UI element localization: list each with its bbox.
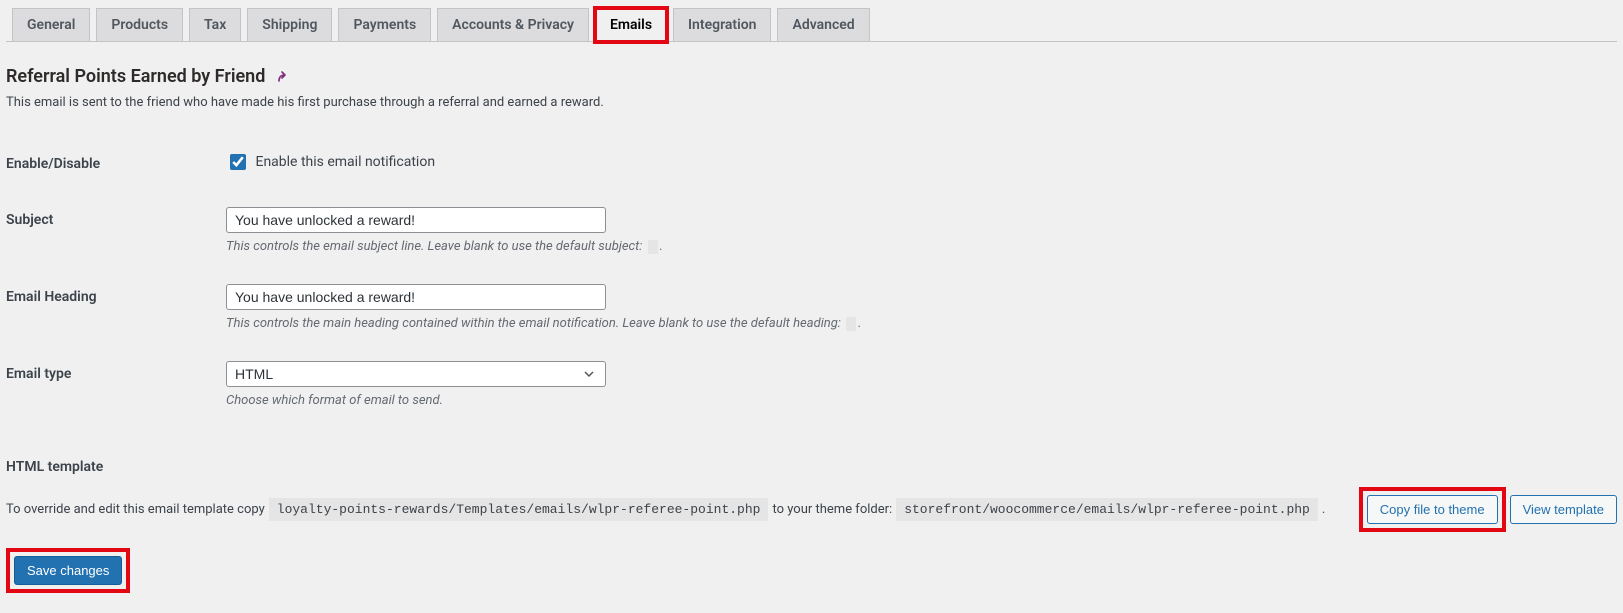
tab-payments[interactable]: Payments: [338, 8, 431, 41]
page-title: Referral Points Earned by Friend: [6, 66, 1617, 87]
tab-emails[interactable]: Emails: [595, 8, 667, 42]
tab-tax[interactable]: Tax: [189, 8, 241, 41]
page-title-text: Referral Points Earned by Friend: [6, 66, 265, 87]
email-type-select[interactable]: HTML: [226, 361, 606, 387]
tab-accounts-privacy[interactable]: Accounts & Privacy: [437, 8, 589, 41]
template-source-path: loyalty-points-rewards/Templates/emails/…: [269, 498, 769, 521]
save-button-highlight: Save changes: [6, 548, 130, 593]
enable-checkbox[interactable]: [230, 154, 246, 170]
tab-advanced[interactable]: Advanced: [777, 8, 869, 41]
heading-help-pre: This controls the main heading contained…: [226, 316, 841, 331]
email-type-label: Email type: [6, 346, 226, 423]
subject-label: Subject: [6, 192, 226, 269]
copy-file-to-theme-button[interactable]: Copy file to theme: [1367, 495, 1498, 524]
email-settings-form: Enable/Disable Enable this email notific…: [6, 136, 1617, 423]
html-template-section: HTML template To override and edit this …: [6, 459, 1617, 532]
subject-help: This controls the email subject line. Le…: [226, 239, 1607, 254]
settings-tabs: General Products Tax Shipping Payments A…: [6, 0, 1617, 42]
template-text-1: To override and edit this email template…: [6, 502, 265, 517]
enable-checkbox-label[interactable]: Enable this email notification: [226, 154, 435, 170]
page-description: This email is sent to the friend who hav…: [6, 95, 1617, 110]
save-changes-button[interactable]: Save changes: [14, 556, 122, 585]
template-text-2: to your theme folder:: [772, 502, 892, 517]
heading-input[interactable]: [226, 284, 606, 310]
subject-default-token: [648, 240, 658, 254]
subject-input[interactable]: [226, 207, 606, 233]
heading-help-post: .: [858, 316, 861, 331]
enable-label: Enable/Disable: [6, 136, 226, 192]
view-template-button[interactable]: View template: [1510, 495, 1617, 524]
email-type-help: Choose which format of email to send.: [226, 393, 1607, 408]
template-dest-path: storefront/woocommerce/emails/wlpr-refer…: [896, 498, 1318, 521]
html-template-line: To override and edit this email template…: [6, 487, 1617, 532]
subject-help-pre: This controls the email subject line. Le…: [226, 239, 642, 254]
tab-integration[interactable]: Integration: [673, 8, 771, 41]
subject-help-post: .: [660, 239, 663, 254]
heading-help: This controls the main heading contained…: [226, 316, 1607, 331]
back-icon[interactable]: [276, 69, 292, 85]
heading-default-token: [846, 317, 856, 331]
tab-general[interactable]: General: [12, 8, 90, 41]
heading-label: Email Heading: [6, 269, 226, 346]
tab-products[interactable]: Products: [96, 8, 183, 41]
enable-checkbox-text: Enable this email notification: [255, 154, 435, 170]
html-template-label: HTML template: [6, 459, 1617, 475]
template-dot: .: [1322, 502, 1325, 517]
tab-shipping[interactable]: Shipping: [247, 8, 332, 41]
copy-button-highlight: Copy file to theme: [1359, 487, 1506, 532]
